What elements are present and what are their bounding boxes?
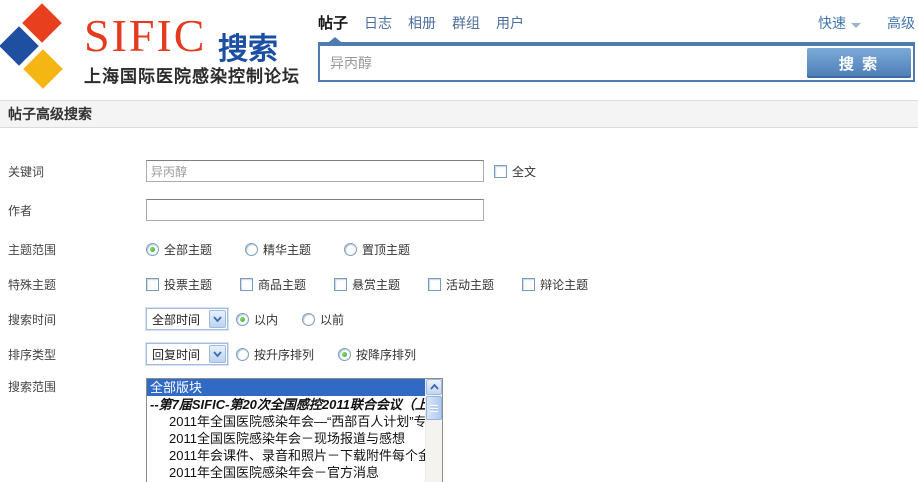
- special-option-debate[interactable]: 辩论主题: [522, 276, 588, 293]
- special-option-reward[interactable]: 悬赏主题: [334, 276, 400, 293]
- author-label: 作者: [8, 202, 146, 219]
- sort-type-label: 排序类型: [8, 346, 146, 363]
- brand-subtitle: 上海国际医院感染控制论坛: [84, 62, 300, 87]
- active-tab-pointer-icon: [329, 37, 341, 42]
- sort-select[interactable]: 回复时间: [146, 343, 228, 365]
- scope-sticky-radio[interactable]: [344, 243, 357, 256]
- scope-option-sticky[interactable]: 置顶主题: [344, 241, 410, 258]
- list-item[interactable]: 2011年全国医院感染年会－官方消息: [147, 464, 425, 481]
- search-button[interactable]: 搜 索: [807, 48, 911, 78]
- quick-search-label: 快速: [818, 15, 846, 31]
- list-item[interactable]: 2011年会课件、录音和照片－下载附件每个金钱2分: [147, 447, 425, 464]
- fulltext-label: 全文: [512, 163, 536, 180]
- sort-type-row: 排序类型 回复时间 按升序排列 按降序排列: [8, 343, 918, 365]
- author-input[interactable]: [146, 199, 484, 221]
- time-before-option[interactable]: 以前: [302, 311, 344, 328]
- advanced-search-link[interactable]: 高级: [887, 13, 915, 33]
- time-before-label: 以前: [320, 311, 344, 328]
- special-topic-label: 特殊主题: [8, 276, 146, 293]
- scope-all-radio[interactable]: [146, 243, 159, 256]
- special-option-poll[interactable]: 投票主题: [146, 276, 212, 293]
- goods-label: 商品主题: [258, 276, 306, 293]
- sort-asc-radio[interactable]: [236, 348, 249, 361]
- goods-checkbox[interactable]: [240, 278, 253, 291]
- keyword-input[interactable]: [146, 160, 484, 182]
- sort-desc-label: 按降序排列: [356, 346, 416, 363]
- page-title: 帖子高级搜索: [0, 100, 918, 128]
- search-time-label: 搜索时间: [8, 311, 146, 328]
- scope-digest-label: 精华主题: [263, 241, 311, 258]
- time-within-radio[interactable]: [236, 313, 249, 326]
- author-row: 作者: [8, 199, 918, 221]
- list-item[interactable]: --第7届SIFIC-第20次全国感控2011联合会议（上海）: [147, 396, 425, 413]
- time-select-arrow-icon[interactable]: [209, 310, 226, 328]
- scrollbar-thumb[interactable]: [426, 396, 442, 420]
- sort-asc-option[interactable]: 按升序排列: [236, 346, 314, 363]
- sort-select-value: 回复时间: [152, 346, 200, 363]
- list-item[interactable]: 2011全国医院感染年会－现场报道与感想: [147, 430, 425, 447]
- search-area: 帖子 日志 相册 群组 用户 快速 高级 搜 索: [318, 12, 915, 82]
- search-input[interactable]: [322, 48, 804, 78]
- fulltext-checkbox[interactable]: [494, 165, 507, 178]
- site-header: SIFIC 搜索 上海国际医院感染控制论坛 帖子 日志 相册 群组 用户 快速 …: [0, 0, 918, 97]
- search-range-row: 搜索范围 全部版块 --第7届SIFIC-第20次全国感控2011联合会议（上海…: [8, 378, 918, 482]
- special-option-activity[interactable]: 活动主题: [428, 276, 494, 293]
- listbox-scrollbar[interactable]: [425, 379, 442, 482]
- forum-list: 全部版块 --第7届SIFIC-第20次全国感控2011联合会议（上海） 201…: [147, 379, 425, 482]
- special-topic-row: 特殊主题 投票主题 商品主题 悬赏主题 活动主题 辩论主题: [8, 273, 918, 295]
- scope-digest-radio[interactable]: [245, 243, 258, 256]
- brand-name: SIFIC: [84, 12, 206, 60]
- scope-all-label: 全部主题: [164, 241, 212, 258]
- scroll-up-icon[interactable]: [426, 379, 442, 395]
- topic-scope-label: 主题范围: [8, 241, 146, 258]
- scope-option-digest[interactable]: 精华主题: [245, 241, 311, 258]
- quick-search-link[interactable]: 快速: [818, 13, 861, 33]
- active-tab-bar: [318, 42, 915, 46]
- activity-checkbox[interactable]: [428, 278, 441, 291]
- tab-groups[interactable]: 群组: [452, 13, 480, 33]
- special-option-goods[interactable]: 商品主题: [240, 276, 306, 293]
- search-range-label: 搜索范围: [8, 378, 146, 395]
- advanced-search-form: 关键词 全文 作者 主题范围 全部主题 精华主题 置顶主题 特殊主题 投票主题: [0, 128, 918, 482]
- fulltext-option[interactable]: 全文: [494, 163, 536, 180]
- sort-desc-radio[interactable]: [338, 348, 351, 361]
- sort-desc-option[interactable]: 按降序排列: [338, 346, 416, 363]
- reward-checkbox[interactable]: [334, 278, 347, 291]
- search-time-row: 搜索时间 全部时间 以内 以前: [8, 308, 918, 330]
- search-tabs: 帖子 日志 相册 群组 用户 快速 高级: [318, 12, 915, 34]
- topic-scope-row: 主题范围 全部主题 精华主题 置顶主题: [8, 238, 918, 260]
- search-box: 搜 索: [318, 46, 915, 82]
- chevron-down-icon: [851, 23, 861, 28]
- time-within-label: 以内: [254, 311, 278, 328]
- keyword-label: 关键词: [8, 163, 146, 180]
- poll-checkbox[interactable]: [146, 278, 159, 291]
- tab-blogs[interactable]: 日志: [364, 13, 392, 33]
- tab-albums[interactable]: 相册: [408, 13, 436, 33]
- keyword-row: 关键词 全文: [8, 160, 918, 182]
- reward-label: 悬赏主题: [352, 276, 400, 293]
- scope-option-all[interactable]: 全部主题: [146, 241, 212, 258]
- time-before-radio[interactable]: [302, 313, 315, 326]
- search-mode-links: 快速 高级: [818, 13, 915, 33]
- time-within-option[interactable]: 以内: [236, 311, 278, 328]
- scope-sticky-label: 置顶主题: [362, 241, 410, 258]
- debate-checkbox[interactable]: [522, 278, 535, 291]
- site-logo[interactable]: SIFIC 搜索 上海国际医院感染控制论坛: [0, 0, 310, 97]
- tab-posts[interactable]: 帖子: [318, 12, 348, 33]
- time-select-value: 全部时间: [152, 311, 200, 328]
- tab-users[interactable]: 用户: [496, 13, 524, 33]
- forum-listbox[interactable]: 全部版块 --第7届SIFIC-第20次全国感控2011联合会议（上海） 201…: [146, 378, 443, 482]
- poll-label: 投票主题: [164, 276, 212, 293]
- list-item[interactable]: 2011年全国医院感染年会—“西部百人计划”专栏: [147, 413, 425, 430]
- sort-asc-label: 按升序排列: [254, 346, 314, 363]
- debate-label: 辩论主题: [540, 276, 588, 293]
- list-item[interactable]: 全部版块: [147, 379, 425, 396]
- time-select[interactable]: 全部时间: [146, 308, 228, 330]
- activity-label: 活动主题: [446, 276, 494, 293]
- sort-select-arrow-icon[interactable]: [209, 345, 226, 363]
